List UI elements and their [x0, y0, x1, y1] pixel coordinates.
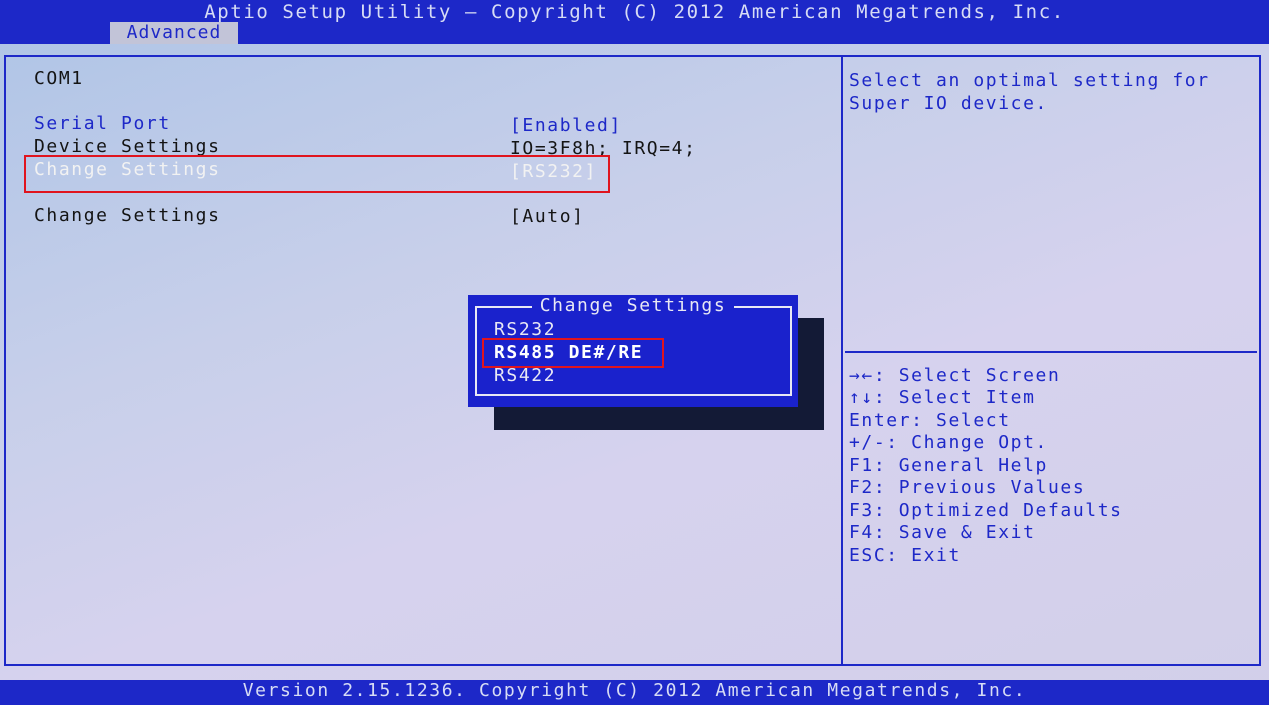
highlight-box-setting	[24, 155, 610, 193]
popup-option-rs232[interactable]: RS232	[494, 319, 556, 340]
key-help-f2: F2: Previous Values	[849, 477, 1086, 498]
section-title: COM1	[34, 68, 84, 89]
app-title: Aptio Setup Utility – Copyright (C) 2012…	[204, 1, 1065, 23]
key-help-select-screen: →←: Select Screen	[849, 365, 1061, 386]
highlight-box-option	[482, 338, 664, 368]
popup-option-rs422[interactable]: RS422	[494, 365, 556, 386]
key-help-f4: F4: Save & Exit	[849, 522, 1036, 543]
serial-port-label[interactable]: Serial Port	[34, 113, 171, 134]
help-text-line-1: Select an optimal setting for	[849, 70, 1210, 91]
help-divider	[845, 351, 1257, 353]
key-help-esc: ESC: Exit	[849, 545, 961, 566]
help-text-line-2: Super IO device.	[849, 93, 1048, 114]
key-help-f1: F1: General Help	[849, 455, 1048, 476]
key-help-change-opt: +/-: Change Opt.	[849, 432, 1048, 453]
key-help-f3: F3: Optimized Defaults	[849, 500, 1123, 521]
popup-title-wrap: Change Settings	[468, 295, 798, 316]
device-settings-label: Device Settings	[34, 136, 221, 157]
panel-divider	[841, 55, 843, 666]
key-help-select-item: ↑↓: Select Item	[849, 387, 1036, 408]
change-settings-label[interactable]: Change Settings	[34, 205, 221, 226]
tab-advanced[interactable]: Advanced	[110, 22, 238, 44]
footer-text: Version 2.15.1236. Copyright (C) 2012 Am…	[242, 680, 1027, 701]
serial-port-value[interactable]: [Enabled]	[510, 115, 622, 136]
change-settings-value[interactable]: [Auto]	[510, 206, 585, 227]
key-help-enter: Enter: Select	[849, 410, 1011, 431]
popup-title: Change Settings	[531, 295, 735, 316]
